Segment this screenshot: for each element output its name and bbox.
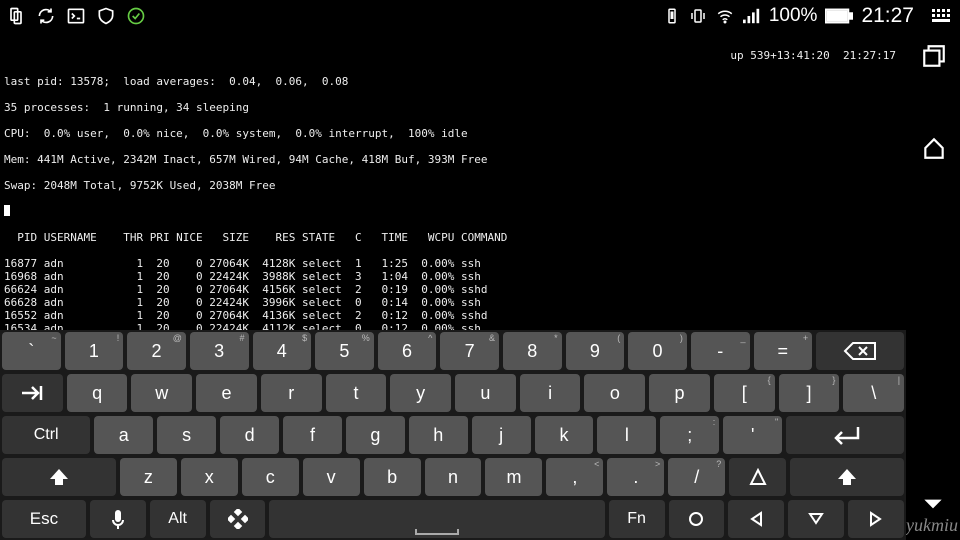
key-5[interactable]: %5	[315, 332, 374, 370]
key-i[interactable]: i	[520, 374, 581, 412]
left-key[interactable]	[728, 500, 784, 538]
key-'[interactable]: "'	[723, 416, 782, 454]
term-line: last pid: 13578; load averages: 0.04, 0.…	[4, 75, 900, 88]
wifi-icon	[715, 7, 735, 25]
system-sidebar	[908, 36, 960, 164]
process-row: 16552 adn 1 20 0 27064K 4136K select 2 0…	[4, 309, 900, 322]
key-b[interactable]: b	[364, 458, 421, 496]
key-r[interactable]: r	[261, 374, 322, 412]
key--[interactable]: _-	[691, 332, 750, 370]
key-\[interactable]: |\	[843, 374, 904, 412]
key-t[interactable]: t	[326, 374, 387, 412]
key-s[interactable]: s	[157, 416, 216, 454]
key-9[interactable]: (9	[566, 332, 625, 370]
key-v[interactable]: v	[303, 458, 360, 496]
key-y[interactable]: y	[390, 374, 451, 412]
shift-left-key[interactable]	[2, 458, 116, 496]
key-7[interactable]: &7	[440, 332, 499, 370]
check-circle-icon	[126, 6, 146, 26]
key-e[interactable]: e	[196, 374, 257, 412]
recent-apps-button[interactable]	[918, 40, 950, 72]
alt-key[interactable]: Alt	[150, 500, 206, 538]
process-row: 66628 adn 1 20 0 22424K 3996K select 0 0…	[4, 296, 900, 309]
key-[[interactable]: {[	[714, 374, 775, 412]
phone-vibrate-icon	[663, 7, 681, 25]
key-g[interactable]: g	[346, 416, 405, 454]
backspace-key[interactable]	[816, 332, 904, 370]
key-k[interactable]: k	[535, 416, 594, 454]
key-a[interactable]: a	[94, 416, 153, 454]
battery-percent: 100%	[769, 5, 818, 27]
key-;[interactable]: :;	[660, 416, 719, 454]
circle-key[interactable]	[669, 500, 725, 538]
key-3[interactable]: #3	[190, 332, 249, 370]
process-row: 16877 adn 1 20 0 27064K 4128K select 1 1…	[4, 257, 900, 270]
key-8[interactable]: *8	[503, 332, 562, 370]
signal-icon	[743, 8, 761, 24]
down-key[interactable]	[788, 500, 844, 538]
key-][interactable]: }]	[779, 374, 840, 412]
key-l[interactable]: l	[597, 416, 656, 454]
key-=[interactable]: +=	[754, 332, 813, 370]
tab-key[interactable]	[2, 374, 63, 412]
key-h[interactable]: h	[409, 416, 468, 454]
sync-icon	[36, 6, 56, 26]
key-4[interactable]: $4	[253, 332, 312, 370]
process-row: 66624 adn 1 20 0 27064K 4156K select 2 0…	[4, 283, 900, 296]
menu-key[interactable]	[210, 500, 266, 538]
battery-icon	[825, 8, 853, 24]
key-m[interactable]: m	[485, 458, 542, 496]
vibrate-icon	[689, 7, 707, 25]
keyboard-toggle-icon[interactable]	[932, 9, 954, 23]
cursor	[4, 205, 10, 216]
status-right: 100% 21:27	[663, 4, 954, 28]
term-line: 35 processes: 1 running, 34 sleeping	[4, 101, 900, 114]
key-`[interactable]: ~`	[2, 332, 61, 370]
key-o[interactable]: o	[584, 374, 645, 412]
key-x[interactable]: x	[181, 458, 238, 496]
term-line: Swap: 2048M Total, 9752K Used, 2038M Fre…	[4, 179, 900, 192]
process-header: PID USERNAME THR PRI NICE SIZE RES STATE…	[4, 231, 900, 244]
key-.[interactable]: >.	[607, 458, 664, 496]
term-line: Mem: 441M Active, 2342M Inact, 657M Wire…	[4, 153, 900, 166]
key-0[interactable]: )0	[628, 332, 687, 370]
key-6[interactable]: ^6	[378, 332, 437, 370]
uptime-text: up 539+13:41:20 21:27:17	[4, 49, 900, 62]
key-j[interactable]: j	[472, 416, 531, 454]
shift-right-key[interactable]	[790, 458, 904, 496]
status-left	[6, 6, 146, 26]
key-f[interactable]: f	[283, 416, 342, 454]
key-c[interactable]: c	[242, 458, 299, 496]
esc-key[interactable]: Esc	[2, 500, 86, 538]
key-q[interactable]: q	[67, 374, 128, 412]
mic-key[interactable]	[90, 500, 146, 538]
key-/[interactable]: ?/	[668, 458, 725, 496]
key-u[interactable]: u	[455, 374, 516, 412]
key-d[interactable]: d	[220, 416, 279, 454]
enter-key[interactable]	[786, 416, 904, 454]
key-n[interactable]: n	[425, 458, 482, 496]
fn-key[interactable]: Fn	[609, 500, 665, 538]
watermark: yukmiu	[906, 515, 958, 536]
rotate-icon	[6, 6, 26, 26]
term-line: CPU: 0.0% user, 0.0% nice, 0.0% system, …	[4, 127, 900, 140]
terminal-icon	[66, 6, 86, 26]
shield-icon	[96, 6, 116, 26]
key-1[interactable]: !1	[65, 332, 124, 370]
clock: 21:27	[861, 4, 914, 28]
ctrl-key[interactable]: Ctrl	[2, 416, 90, 454]
nav-collapse	[906, 300, 960, 540]
up-key[interactable]	[729, 458, 786, 496]
right-key[interactable]	[848, 500, 904, 538]
on-screen-keyboard: ~`!1@2#3$4%5^6&7*8(9)0_-+= qwertyuiop{[}…	[0, 330, 906, 540]
key-z[interactable]: z	[120, 458, 177, 496]
status-bar: 100% 21:27	[0, 0, 960, 32]
key-,[interactable]: <,	[546, 458, 603, 496]
key-w[interactable]: w	[131, 374, 192, 412]
key-2[interactable]: @2	[127, 332, 186, 370]
space-key[interactable]	[269, 500, 604, 538]
process-row: 16968 adn 1 20 0 22424K 3988K select 3 1…	[4, 270, 900, 283]
key-p[interactable]: p	[649, 374, 710, 412]
home-button[interactable]	[918, 132, 950, 164]
